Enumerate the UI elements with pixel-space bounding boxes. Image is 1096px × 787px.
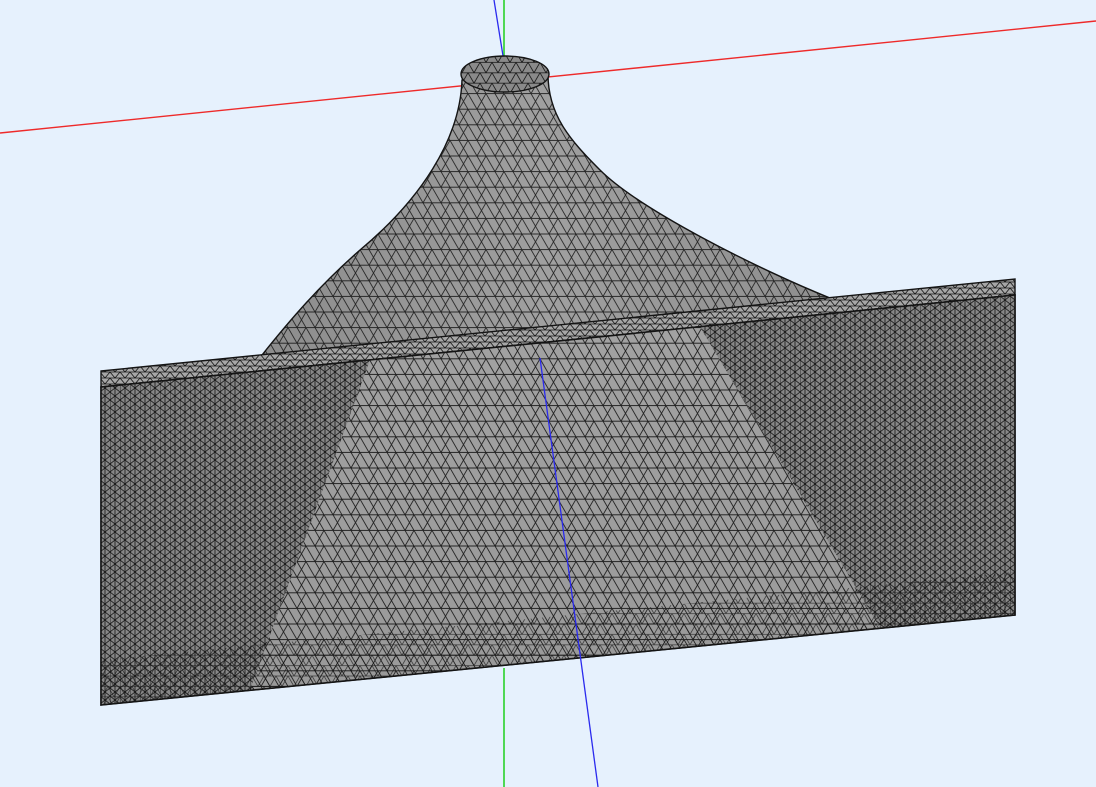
mesh-scene[interactable] (0, 0, 1096, 787)
z-axis-line-top (493, 0, 505, 63)
3d-viewport[interactable] (0, 0, 1096, 787)
